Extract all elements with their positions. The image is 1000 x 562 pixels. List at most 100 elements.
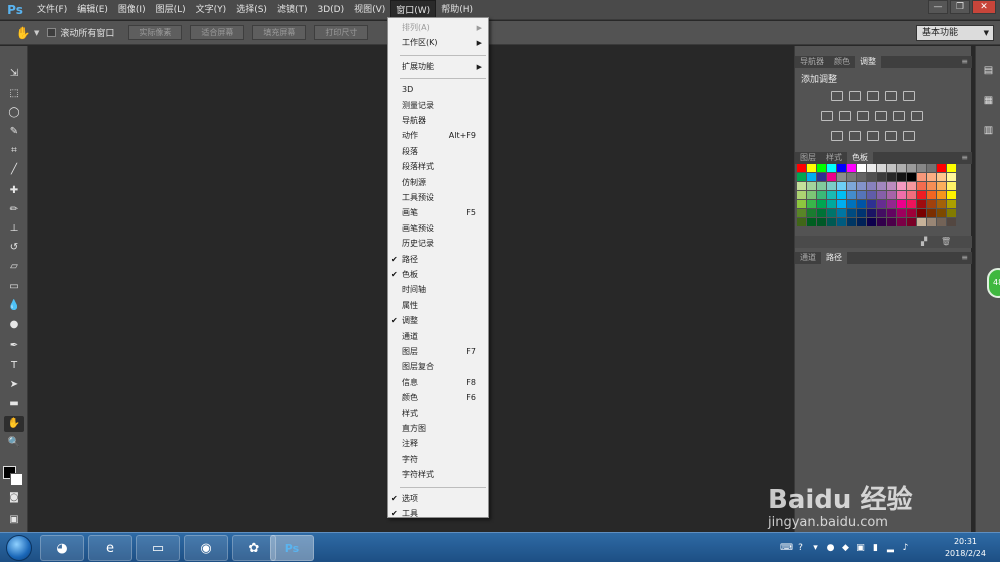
window-menu-item[interactable]: ✔ 色板 bbox=[388, 268, 488, 282]
color-swatch[interactable] bbox=[807, 191, 816, 199]
color-swatch[interactable] bbox=[827, 200, 836, 208]
screen-mode-icon[interactable]: ▣ bbox=[4, 512, 24, 528]
color-swatch[interactable] bbox=[917, 218, 926, 226]
color-swatch[interactable] bbox=[847, 173, 856, 181]
color-swatch[interactable] bbox=[927, 182, 936, 190]
channel-mixer-icon[interactable] bbox=[893, 111, 905, 121]
color-swatch[interactable] bbox=[907, 191, 916, 199]
curves-icon[interactable] bbox=[867, 91, 879, 101]
pen-tool-icon[interactable]: ✒ bbox=[4, 338, 24, 354]
tab-layers[interactable]: 图层 bbox=[795, 152, 821, 164]
color-swatch[interactable] bbox=[937, 164, 946, 172]
window-menu-item[interactable]: 3D bbox=[388, 83, 488, 97]
color-swatch[interactable] bbox=[907, 164, 916, 172]
color-swatch[interactable] bbox=[867, 200, 876, 208]
hand-tool-icon[interactable]: ✋ bbox=[4, 416, 24, 432]
color-swatch[interactable] bbox=[947, 200, 956, 208]
power-icon[interactable]: ▮ bbox=[870, 543, 881, 554]
color-swatch[interactable] bbox=[887, 182, 896, 190]
color-swatch[interactable] bbox=[827, 164, 836, 172]
menu-5[interactable]: 选择(S) bbox=[231, 0, 272, 20]
window-menu-item[interactable]: 动作 Alt+F9 bbox=[388, 129, 488, 143]
selective-color-icon[interactable] bbox=[903, 131, 915, 141]
window-menu-item[interactable]: ✔ 选项 bbox=[388, 492, 488, 506]
color-swatch[interactable] bbox=[807, 164, 816, 172]
color-swatch[interactable] bbox=[917, 173, 926, 181]
quick-select-tool-icon[interactable]: ✎ bbox=[4, 124, 24, 140]
properties-panel-icon[interactable]: ▥ bbox=[981, 124, 996, 138]
start-button[interactable] bbox=[6, 535, 32, 561]
photoshop-taskbar-icon[interactable]: Ps bbox=[270, 535, 314, 561]
window-menu-item[interactable]: 样式 bbox=[388, 407, 488, 421]
color-swatch[interactable] bbox=[827, 209, 836, 217]
color-swatch[interactable] bbox=[897, 191, 906, 199]
color-swatch[interactable] bbox=[857, 209, 866, 217]
color-swatch[interactable] bbox=[807, 200, 816, 208]
menu-0[interactable]: 文件(F) bbox=[32, 0, 72, 20]
color-swatch[interactable] bbox=[867, 218, 876, 226]
color-swatch[interactable] bbox=[837, 182, 846, 190]
color-swatch[interactable] bbox=[887, 200, 896, 208]
quick-mask-icon[interactable]: ◙ bbox=[4, 490, 24, 506]
menu-2[interactable]: 图像(I) bbox=[113, 0, 151, 20]
background-color-swatch[interactable] bbox=[10, 473, 23, 486]
window-menu-item[interactable]: 扩展功能 ▶ bbox=[388, 60, 488, 74]
window-menu-item[interactable]: 工具预设 bbox=[388, 191, 488, 205]
color-swatch[interactable] bbox=[887, 173, 896, 181]
window-menu-item[interactable]: 时间轴 bbox=[388, 283, 488, 297]
window-menu-item[interactable]: 导航器 bbox=[388, 114, 488, 128]
color-swatch[interactable] bbox=[907, 218, 916, 226]
taskbar-clock[interactable]: 20:31 2018/2/24 bbox=[945, 536, 986, 560]
window-menu-item[interactable]: 历史记录 bbox=[388, 237, 488, 251]
tab-swatches[interactable]: 色板 bbox=[847, 152, 873, 164]
help-icon[interactable]: ? bbox=[795, 543, 806, 554]
tab-color[interactable]: 颜色 bbox=[829, 56, 855, 68]
color-swatch[interactable] bbox=[847, 218, 856, 226]
scroll-all-windows-checkbox[interactable] bbox=[47, 28, 57, 37]
restore-button[interactable]: ❐ bbox=[950, 0, 970, 14]
color-swatch[interactable] bbox=[837, 164, 846, 172]
fit-screen-button[interactable]: 适合屏幕 bbox=[190, 25, 245, 40]
color-swatch[interactable] bbox=[817, 182, 826, 190]
color-swatch[interactable] bbox=[907, 200, 916, 208]
color-swatch[interactable] bbox=[917, 164, 926, 172]
color-swatch[interactable] bbox=[797, 182, 806, 190]
network-icon[interactable]: ▂ bbox=[885, 543, 896, 554]
color-swatch[interactable] bbox=[807, 218, 816, 226]
window-menu-item[interactable]: ✔ 调整 bbox=[388, 314, 488, 328]
color-swatch[interactable] bbox=[837, 218, 846, 226]
color-swatch[interactable] bbox=[877, 209, 886, 217]
color-swatch[interactable] bbox=[837, 209, 846, 217]
color-swatch[interactable] bbox=[877, 200, 886, 208]
color-swatch[interactable] bbox=[837, 200, 846, 208]
window-menu-item[interactable]: 测量记录 bbox=[388, 99, 488, 113]
chevron-down-icon[interactable]: ▼ bbox=[34, 29, 39, 37]
color-swatch[interactable] bbox=[897, 218, 906, 226]
tab-adjustments[interactable]: 调整 bbox=[855, 56, 881, 68]
history-panel-icon[interactable]: ▤ bbox=[981, 64, 996, 78]
color-swatch[interactable] bbox=[907, 182, 916, 190]
color-swatch[interactable] bbox=[817, 173, 826, 181]
type-tool-icon[interactable]: T bbox=[4, 358, 24, 374]
crop-tool-icon[interactable]: ⌗ bbox=[4, 143, 24, 159]
color-balance-icon[interactable] bbox=[839, 111, 851, 121]
color-swatch[interactable] bbox=[807, 209, 816, 217]
shape-tool-icon[interactable]: ▬ bbox=[4, 396, 24, 412]
color-swatch[interactable] bbox=[917, 209, 926, 217]
menu-4[interactable]: 文字(Y) bbox=[191, 0, 232, 20]
color-swatch[interactable] bbox=[917, 182, 926, 190]
color-swatch[interactable] bbox=[867, 164, 876, 172]
color-swatch[interactable] bbox=[837, 173, 846, 181]
window-menu-item[interactable]: 直方图 bbox=[388, 422, 488, 436]
color-swatch[interactable] bbox=[927, 218, 936, 226]
black-white-icon[interactable] bbox=[857, 111, 869, 121]
tab-paths[interactable]: 路径 bbox=[821, 252, 847, 264]
histogram-panel-icon[interactable]: ▦ bbox=[981, 94, 996, 108]
color-swatch[interactable] bbox=[877, 164, 886, 172]
file-explorer-icon[interactable]: ▭ bbox=[136, 535, 180, 561]
color-swatch[interactable] bbox=[937, 191, 946, 199]
print-size-button[interactable]: 打印尺寸 bbox=[314, 25, 369, 40]
color-swatch[interactable] bbox=[897, 200, 906, 208]
tab-navigator[interactable]: 导航器 bbox=[795, 56, 829, 68]
color-swatch[interactable] bbox=[857, 164, 866, 172]
